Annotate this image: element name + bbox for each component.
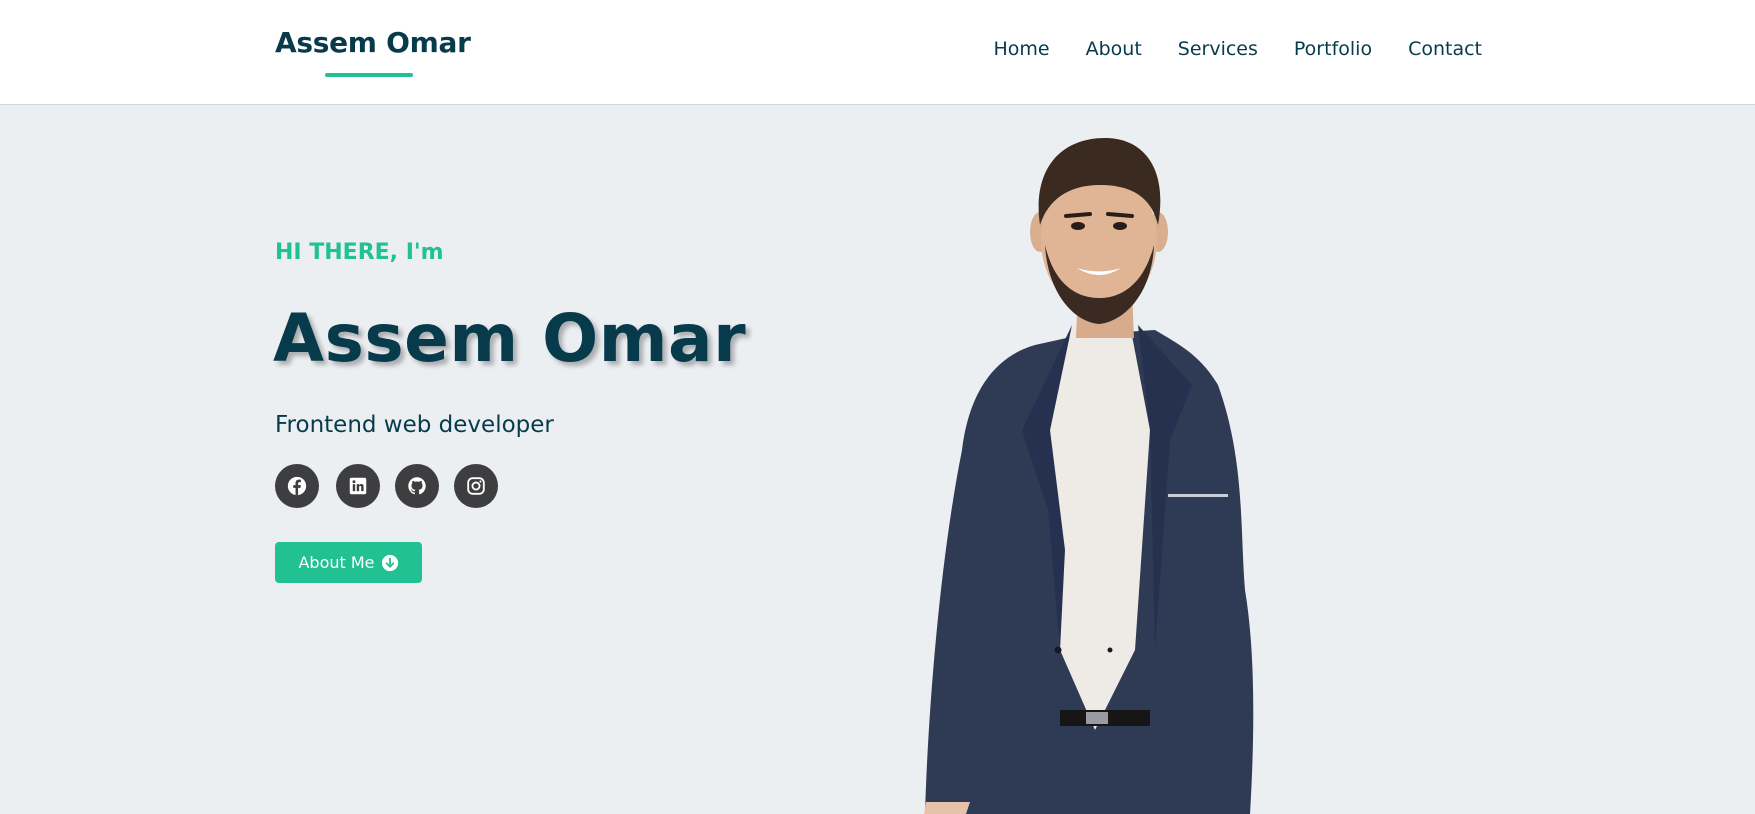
nav-item-contact: Contact <box>1408 38 1482 60</box>
nav-link-contact[interactable]: Contact <box>1408 38 1482 60</box>
brand-logo[interactable]: Assem Omar <box>275 26 471 59</box>
github-link[interactable] <box>395 464 439 508</box>
instagram-link[interactable] <box>454 464 498 508</box>
hero-role: Frontend web developer <box>275 412 554 438</box>
facebook-icon <box>287 476 307 496</box>
nav-item-services: Services <box>1178 38 1258 60</box>
nav-item-home: Home <box>993 38 1049 60</box>
facebook-link[interactable] <box>275 464 319 508</box>
nav-link-home[interactable]: Home <box>993 38 1049 60</box>
github-icon <box>408 477 426 495</box>
instagram-icon <box>467 477 485 495</box>
nav-link-portfolio[interactable]: Portfolio <box>1294 38 1372 60</box>
arrow-down-circle-icon <box>381 554 398 571</box>
nav-link-services[interactable]: Services <box>1178 38 1258 60</box>
about-me-button[interactable]: About Me <box>275 542 422 583</box>
nav-item-portfolio: Portfolio <box>1294 38 1372 60</box>
nav-link-about[interactable]: About <box>1086 38 1142 60</box>
navbar: Assem Omar Home About Services Portfolio… <box>0 0 1755 105</box>
linkedin-link[interactable] <box>336 464 380 508</box>
nav-menu: Home About Services Portfolio Contact <box>993 38 1482 60</box>
social-links <box>275 464 498 508</box>
brand-underline <box>325 73 413 77</box>
hero-name: Assem Omar <box>273 300 747 377</box>
profile-photo <box>924 138 1254 814</box>
hero-greeting: HI THERE, I'm <box>275 240 444 265</box>
about-me-label: About Me <box>298 553 375 572</box>
nav-item-about: About <box>1086 38 1142 60</box>
linkedin-icon <box>349 477 367 495</box>
